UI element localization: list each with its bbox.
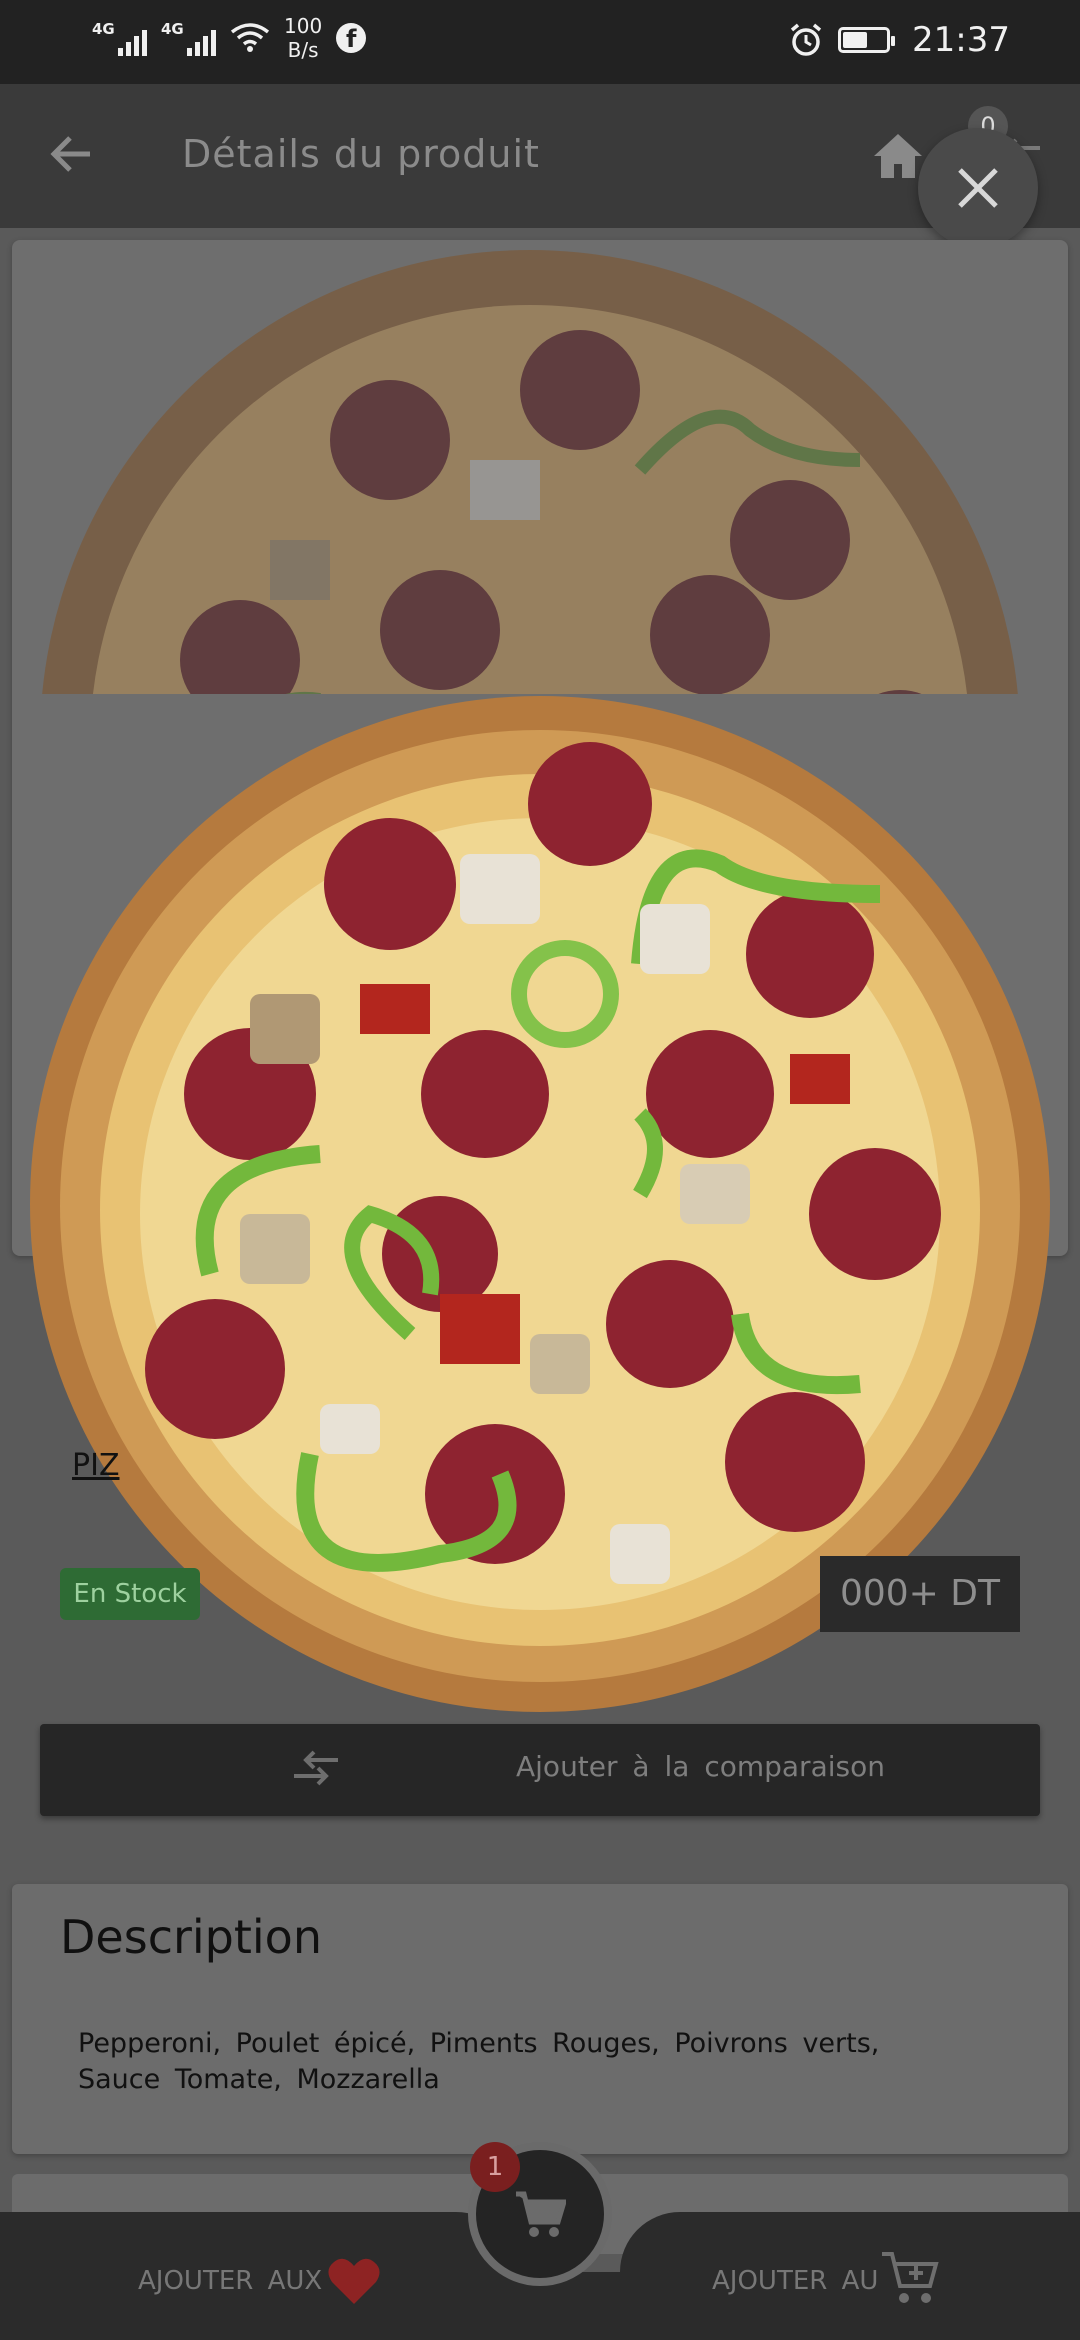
status-left: 4G 4G 100 B/s f xyxy=(92,14,367,62)
network-speed: 100 B/s xyxy=(284,14,323,62)
favorites-label: AJOUTER AUX xyxy=(138,2266,323,2296)
product-name[interactable]: PIZ xyxy=(72,1448,120,1483)
close-button[interactable] xyxy=(918,128,1038,248)
stock-badge: En Stock xyxy=(60,1568,200,1620)
signal-icon: 4G xyxy=(161,20,216,56)
facebook-icon: f xyxy=(336,23,367,53)
cart-label: AJOUTER AU xyxy=(712,2266,879,2296)
network-type: 4G xyxy=(161,20,184,38)
heart-icon xyxy=(328,2258,380,2304)
status-bar: 4G 4G 100 B/s f 21:37 xyxy=(0,0,1080,84)
signal-icon: 4G xyxy=(92,20,147,56)
add-to-comparison-button[interactable]: Ajouter à la comparaison xyxy=(40,1724,1040,1816)
page-title: Détails du produit xyxy=(182,132,540,176)
description-title: Description xyxy=(60,1910,322,1964)
home-icon[interactable] xyxy=(870,128,926,184)
price-label: 000+ DT xyxy=(820,1556,1020,1632)
compare-arrows-icon xyxy=(294,1750,338,1786)
compare-button-label: Ajouter à la comparaison xyxy=(516,1750,885,1783)
description-text: Pepperoni, Poulet épicé, Piments Rouges,… xyxy=(78,2028,880,2095)
app-bar: Détails du produit 0 xyxy=(0,84,1080,228)
cart-icon xyxy=(516,2191,566,2237)
cart-count-badge: 1 xyxy=(470,2142,520,2192)
alarm-icon xyxy=(790,23,822,56)
wifi-icon xyxy=(230,23,270,52)
description-card: Description Pepperoni, Poulet épicé, Pim… xyxy=(12,1884,1068,2154)
cart-add-icon xyxy=(882,2252,939,2303)
status-right: 21:37 xyxy=(788,20,1010,60)
network-type: 4G xyxy=(92,20,115,38)
add-to-favorites-button[interactable]: AJOUTER AUX xyxy=(0,2212,516,2340)
close-icon xyxy=(958,168,998,208)
back-arrow-icon[interactable] xyxy=(44,126,100,182)
clock: 21:37 xyxy=(912,20,1010,60)
battery-icon xyxy=(838,27,896,53)
